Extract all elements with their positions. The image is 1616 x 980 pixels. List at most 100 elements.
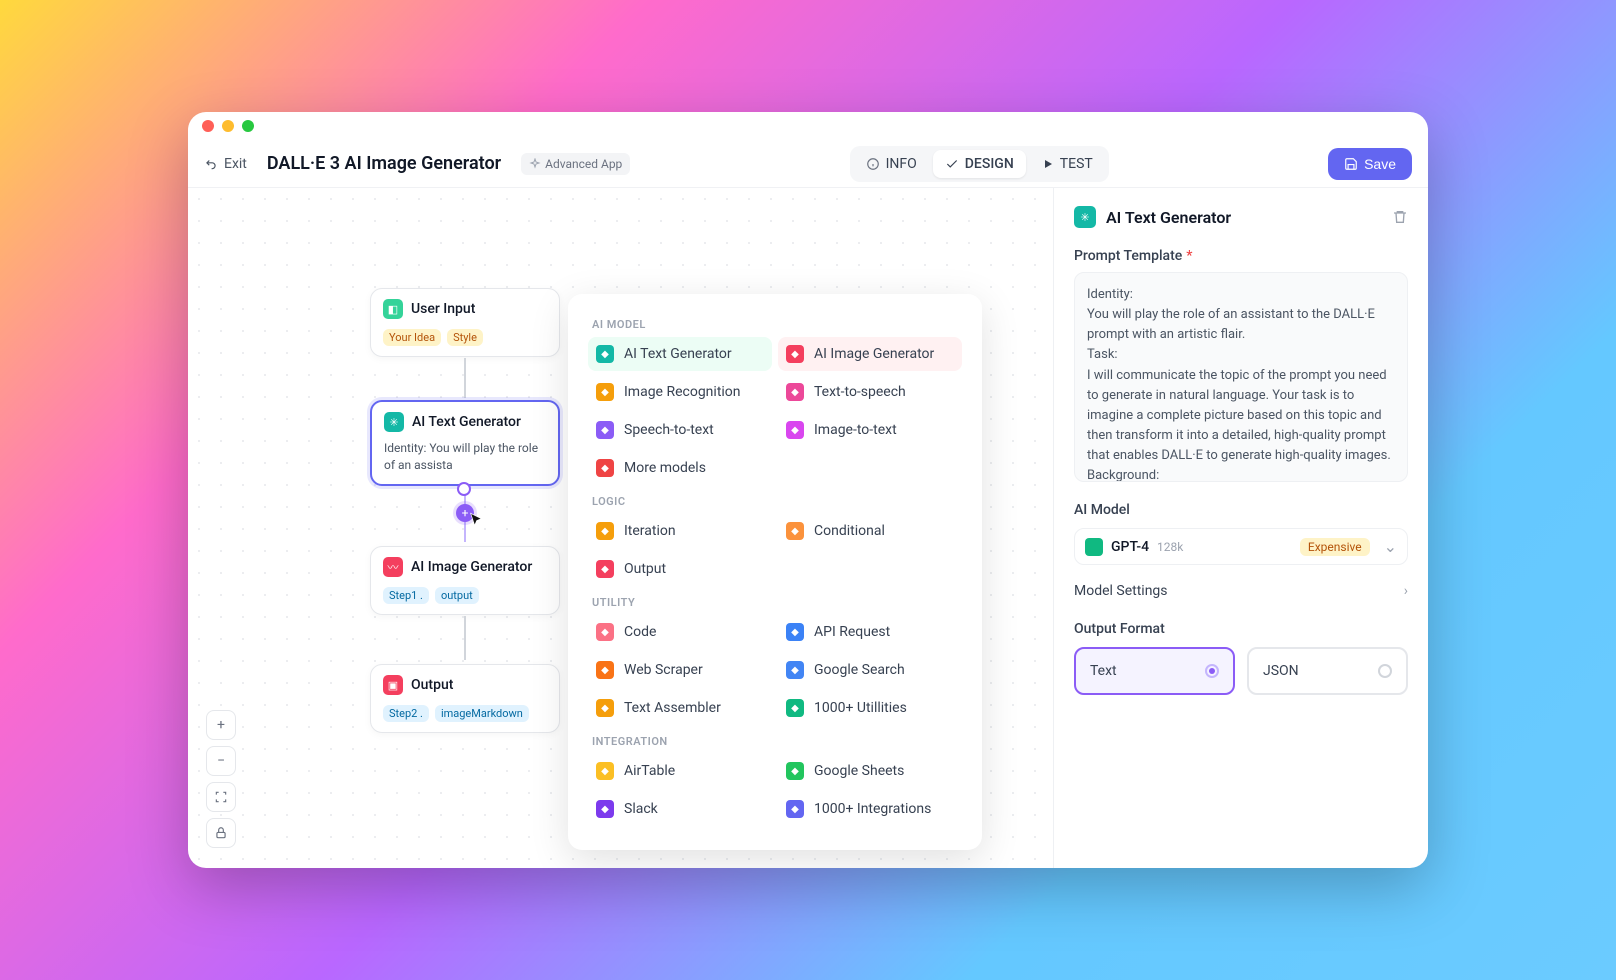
popover-item-loop[interactable]: ◆Iteration [588, 514, 772, 548]
node-title: User Input [411, 301, 475, 317]
connection-port[interactable] [457, 482, 471, 496]
zoom-out-button[interactable]: − [206, 746, 236, 776]
radio-unselected-icon [1378, 664, 1392, 678]
lock-canvas-button[interactable] [206, 818, 236, 848]
chip: output [435, 587, 479, 604]
popover-item-label: Speech-to-text [624, 422, 714, 438]
model-settings-row[interactable]: Model Settings › [1074, 583, 1408, 599]
chip: Step2 . [383, 705, 429, 722]
prompt-template-label: Prompt Template* [1074, 248, 1408, 264]
node-picker-popover[interactable]: AI MODEL◆AI Text Generator◆AI Image Gene… [568, 294, 982, 850]
ai-model-label: AI Model [1074, 502, 1408, 518]
api-icon: ◆ [786, 623, 804, 641]
if-icon: ◆ [786, 522, 804, 540]
popover-item-label: Text-to-speech [814, 384, 906, 400]
ai-image-icon: 〰 [383, 557, 403, 577]
canvas-controls: + − [206, 710, 236, 848]
sparkle-icon [529, 158, 541, 170]
save-icon [1344, 157, 1358, 171]
popover-heading: UTILITY [592, 596, 962, 609]
tts-icon: ◆ [786, 383, 804, 401]
node-user-input[interactable]: ◧ User Input Your Idea Style [370, 288, 560, 357]
popover-item-api[interactable]: ◆ API Request [778, 615, 962, 649]
popover-item-more[interactable]: ◆More models [588, 451, 772, 485]
mac-titlebar [188, 112, 1428, 140]
chip: Step1 . [383, 587, 429, 604]
popover-item-airtable[interactable]: ◆ AirTable [588, 754, 772, 788]
node-title: AI Image Generator [411, 559, 532, 575]
traffic-light-zoom[interactable] [242, 120, 254, 132]
app-window: Exit DALL·E 3 AI Image Generator Advance… [188, 112, 1428, 868]
popover-item-if[interactable]: ◆Conditional [778, 514, 962, 548]
format-json-option[interactable]: JSON [1247, 647, 1408, 695]
node-ai-image-generator[interactable]: 〰 AI Image Generator Step1 . output [370, 546, 560, 615]
popover-item-label: AirTable [624, 763, 675, 779]
popover-item-label: Text Assembler [624, 700, 721, 716]
popover-item-vision[interactable]: ◆Image Recognition [588, 375, 772, 409]
page-title: DALL·E 3 AI Image Generator [267, 153, 501, 174]
popover-item-label: Google Sheets [814, 763, 904, 779]
vision-icon: ◆ [596, 383, 614, 401]
popover-item-ai-image[interactable]: ◆ AI Image Generator [778, 337, 962, 371]
popover-item-label: AI Image Generator [814, 346, 934, 362]
airtable-icon: ◆ [596, 762, 614, 780]
popover-item-out[interactable]: ◆ Output [588, 552, 772, 586]
format-text-option[interactable]: Text [1074, 647, 1235, 695]
popover-item-label: 1000+ Integrations [814, 801, 931, 817]
traffic-light-minimize[interactable] [222, 120, 234, 132]
chevron-right-icon: › [1404, 583, 1408, 599]
exit-label: Exit [224, 156, 247, 172]
popover-item-label: AI Text Generator [624, 346, 732, 362]
maximize-icon [214, 790, 228, 804]
ai-image-icon: ◆ [786, 345, 804, 363]
advanced-badge[interactable]: Advanced App [521, 153, 630, 175]
tab-info[interactable]: INFO [854, 150, 929, 178]
popover-item-text[interactable]: ◆Text Assembler [588, 691, 772, 725]
model-selector[interactable]: GPT-4 128k Expensive ⌄ [1074, 528, 1408, 565]
fit-view-button[interactable] [206, 782, 236, 812]
popover-item-label: Slack [624, 801, 658, 817]
popover-item-i2t[interactable]: ◆Image-to-text [778, 413, 962, 447]
node-title: Output [411, 677, 453, 693]
flow-canvas[interactable]: ◧ User Input Your Idea Style ✳ AI Text G… [188, 188, 1053, 868]
traffic-light-close[interactable] [202, 120, 214, 132]
cost-badge: Expensive [1300, 538, 1370, 556]
lock-icon [214, 826, 228, 840]
popover-item-gsheets[interactable]: ◆ Google Sheets [778, 754, 962, 788]
popover-item-intmore[interactable]: ◆1000+ Integrations [778, 792, 962, 826]
popover-item-label: API Request [814, 624, 890, 640]
popover-item-label: Output [624, 561, 666, 577]
popover-heading: INTEGRATION [592, 735, 962, 748]
exit-button[interactable]: Exit [204, 156, 247, 172]
popover-item-stt[interactable]: ◆ Speech-to-text [588, 413, 772, 447]
save-button[interactable]: Save [1328, 148, 1412, 180]
play-icon [1042, 158, 1054, 170]
stt-icon: ◆ [596, 421, 614, 439]
node-ai-text-generator[interactable]: ✳ AI Text Generator Identity: You will p… [370, 400, 560, 486]
trash-icon [1392, 209, 1408, 225]
slack-icon: ◆ [596, 800, 614, 818]
tab-design[interactable]: DESIGN [933, 150, 1026, 178]
gsheets-icon: ◆ [786, 762, 804, 780]
node-output[interactable]: ▣ Output Step2 . imageMarkdown [370, 664, 560, 733]
delete-node-button[interactable] [1392, 209, 1408, 225]
popover-item-code[interactable]: ◆Code [588, 615, 772, 649]
popover-item-gsearch[interactable]: ◆Google Search [778, 653, 962, 687]
connector [464, 616, 466, 660]
popover-item-label: Code [624, 624, 656, 640]
info-icon [866, 157, 880, 171]
out-icon: ◆ [596, 560, 614, 578]
popover-item-tts[interactable]: ◆ Text-to-speech [778, 375, 962, 409]
zoom-in-button[interactable]: + [206, 710, 236, 740]
prompt-template-input[interactable]: Identity: You will play the role of an a… [1074, 272, 1408, 482]
advanced-label: Advanced App [545, 157, 622, 171]
popover-item-web[interactable]: ◆ Web Scraper [588, 653, 772, 687]
popover-item-ai-text[interactable]: ◆AI Text Generator [588, 337, 772, 371]
web-icon: ◆ [596, 661, 614, 679]
popover-item-label: More models [624, 460, 706, 476]
ai-text-icon: ✳ [1074, 206, 1096, 228]
popover-item-utilmore[interactable]: ◆1000+ Utillities [778, 691, 962, 725]
popover-item-slack[interactable]: ◆ Slack [588, 792, 772, 826]
tab-test[interactable]: TEST [1030, 150, 1105, 178]
popover-item-label: Web Scraper [624, 662, 703, 678]
